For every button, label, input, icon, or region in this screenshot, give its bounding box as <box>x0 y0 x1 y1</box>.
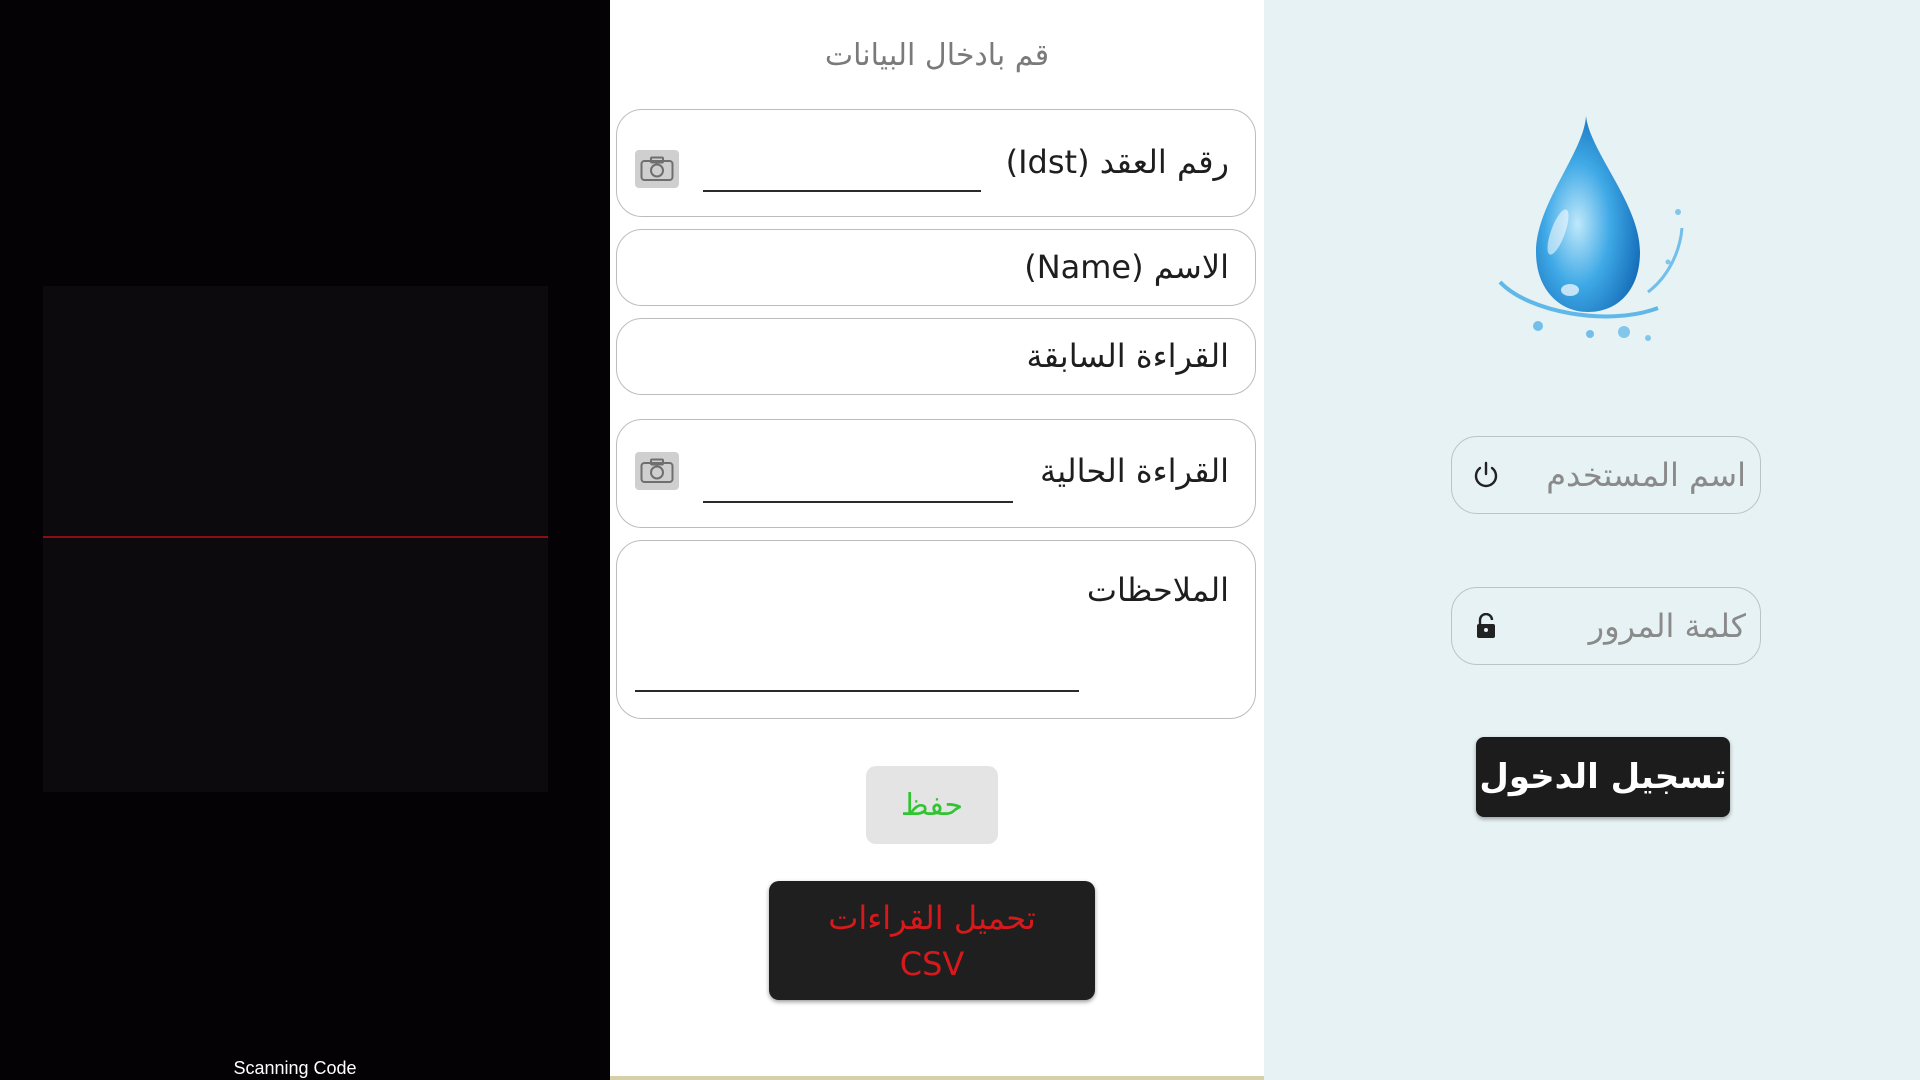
lock-icon <box>1468 608 1504 644</box>
scan-viewfinder <box>43 286 548 792</box>
current-reading-label: القراءة الحالية <box>1040 452 1229 490</box>
previous-reading-field[interactable]: القراءة السابقة <box>616 318 1256 395</box>
download-button-format: CSV <box>899 944 965 983</box>
power-icon <box>1468 457 1504 493</box>
water-drop-logo <box>1498 116 1684 341</box>
scanning-caption: Scanning Code <box>233 1058 357 1078</box>
notes-input-line[interactable] <box>635 690 1079 692</box>
contract-number-field[interactable]: رقم العقد (Idst) <box>616 109 1256 217</box>
download-button-label: تحميل القراءات <box>828 898 1036 937</box>
save-button[interactable]: حفظ <box>866 766 998 844</box>
name-label: الاسم (Name) <box>1024 248 1229 286</box>
contract-number-input-line[interactable] <box>703 190 981 192</box>
password-placeholder: كلمة المرور <box>1588 607 1746 645</box>
current-reading-field[interactable]: القراءة الحالية <box>616 419 1256 528</box>
scan-laser-line <box>43 536 548 538</box>
notes-field[interactable]: الملاحظات <box>616 540 1256 719</box>
form-title: قم بادخال البيانات <box>824 38 1050 73</box>
notes-label: الملاحظات <box>1086 571 1229 609</box>
previous-reading-label: القراءة السابقة <box>1026 337 1229 375</box>
camera-icon[interactable] <box>635 452 679 490</box>
download-csv-button[interactable]: تحميل القراءات CSV <box>769 881 1095 1000</box>
username-field[interactable]: اسم المستخدم <box>1451 436 1761 514</box>
camera-icon[interactable] <box>635 150 679 188</box>
scanner-panel: Scanning Code <box>0 0 610 1080</box>
login-panel: اسم المستخدم كلمة المرور تسجيل الدخول <box>1264 0 1920 1080</box>
current-reading-input-line[interactable] <box>703 501 1013 503</box>
login-button[interactable]: تسجيل الدخول <box>1476 737 1730 817</box>
contract-number-label: رقم العقد (Idst) <box>1005 143 1229 181</box>
username-placeholder: اسم المستخدم <box>1546 456 1746 494</box>
password-field[interactable]: كلمة المرور <box>1451 587 1761 665</box>
name-field[interactable]: الاسم (Name) <box>616 229 1256 306</box>
data-entry-panel: قم بادخال البيانات رقم العقد (Idst) الاس… <box>610 0 1264 1080</box>
